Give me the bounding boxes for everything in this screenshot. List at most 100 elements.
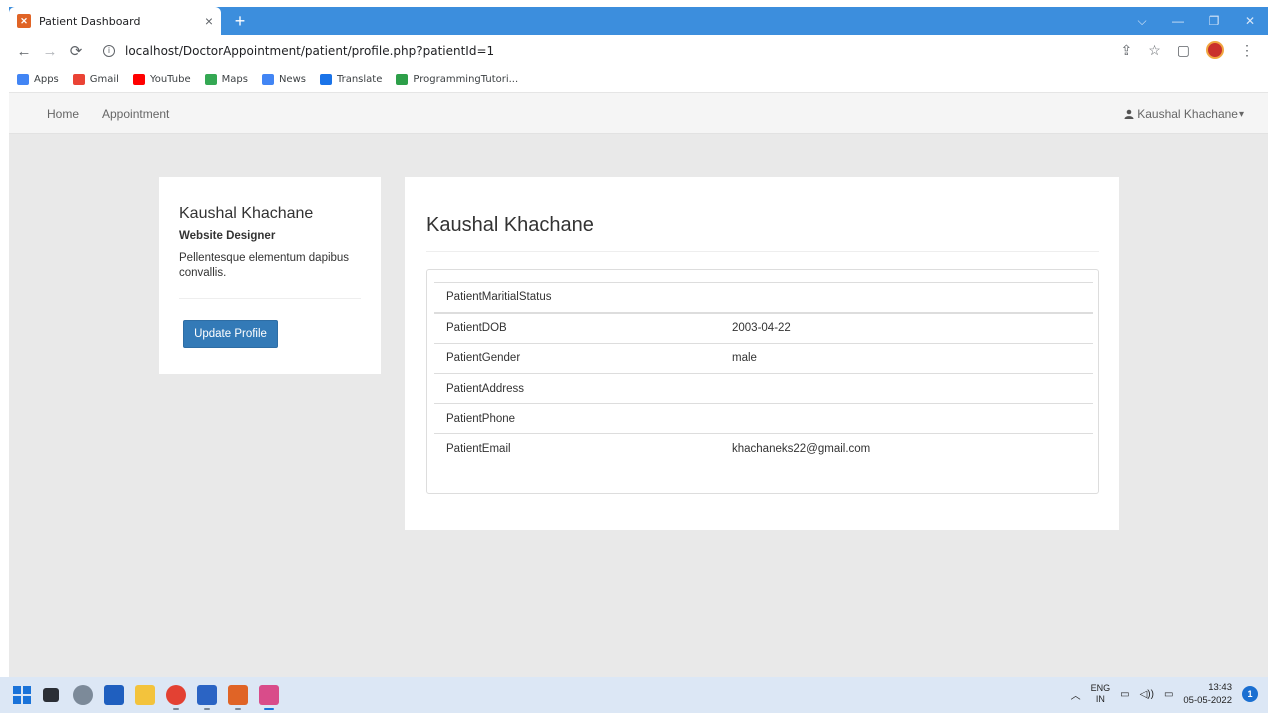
menu-kebab-icon[interactable]: ⋮	[1240, 42, 1254, 59]
chevron-up-icon[interactable]: ︿	[1071, 687, 1081, 702]
clock-time: 13:43	[1208, 682, 1232, 693]
address-bar[interactable]: i localhost/DoctorAppointment/patient/pr…	[97, 38, 1097, 64]
bookmark-gmail[interactable]: Gmail	[72, 74, 119, 85]
details-title: Kaushal Khachane	[426, 214, 594, 236]
word-icon[interactable]	[197, 685, 217, 705]
table-row: PatientAddress	[434, 372, 1093, 404]
store-icon[interactable]	[104, 685, 124, 705]
side-panel-icon[interactable]: ▢	[1177, 42, 1190, 59]
row-key: PatientMaritialStatus	[434, 281, 720, 313]
site-navbar: Home Appointment Kaushal Khachane ▾	[9, 93, 1268, 134]
tab-search-icon[interactable]: ⌵	[1124, 7, 1160, 35]
patient-details-table: PatientMaritialStatus PatientDOB 2003-04-…	[434, 281, 1093, 465]
divider	[426, 251, 1099, 252]
volume-icon[interactable]: ◁))	[1140, 689, 1154, 700]
profile-card: Kaushal Khachane Website Designer Pellen…	[159, 177, 381, 374]
bookmark-news[interactable]: News	[261, 74, 306, 85]
running-indicator	[235, 708, 241, 710]
table-row: PatientPhone	[434, 403, 1093, 434]
notification-badge[interactable]: 1	[1242, 686, 1258, 702]
back-icon[interactable]: ←	[13, 43, 35, 60]
language-indicator[interactable]: ENG IN	[1091, 683, 1111, 705]
nav-home-link[interactable]: Home	[47, 107, 79, 121]
page-content: Home Appointment Kaushal Khachane ▾ Kaus…	[9, 93, 1268, 677]
row-key: PatientPhone	[434, 403, 720, 434]
table-row: PatientGender male	[434, 342, 1093, 374]
battery-icon[interactable]: ▭	[1164, 689, 1173, 700]
active-indicator	[264, 708, 274, 710]
bookmark-maps[interactable]: Maps	[204, 74, 248, 85]
reload-icon[interactable]: ⟳	[65, 42, 87, 60]
new-tab-button[interactable]: +	[229, 10, 251, 32]
snipping-tool-icon[interactable]	[259, 685, 279, 705]
table-row: PatientDOB 2003-04-22	[434, 311, 1093, 344]
running-indicator	[173, 708, 179, 710]
forward-icon[interactable]: →	[39, 43, 61, 60]
system-tray: ︿ ENG IN ▭ ◁)) ▭ 13:43 05-05-2022 1	[1071, 681, 1258, 707]
details-card: Kaushal Khachane PatientMaritialStatus P…	[405, 177, 1119, 530]
file-explorer-icon[interactable]	[135, 685, 155, 705]
user-icon	[1124, 109, 1134, 119]
maximize-icon[interactable]: ❐	[1196, 7, 1232, 35]
details-panel: PatientMaritialStatus PatientDOB 2003-04-…	[426, 269, 1099, 494]
youtube-icon	[132, 74, 145, 85]
row-key: PatientAddress	[434, 372, 720, 404]
user-name: Kaushal Khachane	[1137, 107, 1238, 121]
row-value	[720, 281, 1093, 313]
url-text: localhost/DoctorAppointment/patient/prof…	[125, 44, 495, 58]
caret-down-icon: ▾	[1238, 108, 1244, 120]
divider	[179, 298, 361, 299]
row-value: 2003-04-22	[720, 311, 1093, 344]
bookmark-youtube[interactable]: YouTube	[132, 74, 191, 85]
row-key: PatientEmail	[434, 433, 720, 465]
table-row: PatientMaritialStatus	[434, 281, 1093, 313]
browser-tab[interactable]: ✕ Patient Dashboard ×	[9, 7, 221, 35]
close-window-icon[interactable]: ✕	[1232, 7, 1268, 35]
tab-close-icon[interactable]: ×	[205, 14, 213, 28]
site-info-icon[interactable]: i	[103, 45, 115, 57]
chrome-icon[interactable]	[166, 685, 186, 705]
update-profile-button[interactable]: Update Profile	[183, 320, 278, 348]
profile-description: Pellentesque elementum dapibus convallis…	[179, 252, 350, 279]
bookmarks-bar: Apps Gmail YouTube Maps News Translate P…	[9, 67, 1268, 93]
running-indicator	[204, 708, 210, 710]
row-value: khachaneks22@gmail.com	[720, 433, 1093, 465]
news-icon	[261, 74, 274, 85]
minimize-icon[interactable]: —	[1160, 7, 1196, 35]
bookmark-programming[interactable]: ProgrammingTutori...	[396, 74, 518, 85]
bookmark-star-icon[interactable]: ☆	[1148, 42, 1161, 59]
network-icon[interactable]: ▭	[1120, 689, 1129, 700]
table-row: PatientEmail khachaneks22@gmail.com	[434, 433, 1093, 465]
row-key: PatientGender	[434, 342, 720, 374]
xampp-icon[interactable]	[228, 685, 248, 705]
row-key: PatientDOB	[434, 311, 720, 344]
apps-grid-icon	[17, 74, 29, 85]
bookmark-translate[interactable]: Translate	[319, 74, 382, 85]
windows-start-icon[interactable]	[12, 685, 32, 705]
tab-title: Patient Dashboard	[39, 14, 141, 28]
edge-icon[interactable]	[73, 685, 93, 705]
maps-icon	[204, 74, 217, 85]
row-value	[720, 403, 1093, 434]
gmail-icon	[72, 74, 85, 85]
code-icon	[396, 74, 409, 85]
row-value: male	[720, 342, 1093, 374]
profile-name: Kaushal Khachane	[179, 205, 314, 222]
taskbar: ︿ ENG IN ▭ ◁)) ▭ 13:43 05-05-2022 1	[0, 677, 1268, 713]
share-icon[interactable]: ⇪	[1120, 42, 1132, 59]
user-dropdown[interactable]: Kaushal Khachane ▾	[1124, 107, 1244, 121]
translate-icon	[319, 74, 332, 85]
profile-role: Website Designer	[179, 230, 276, 242]
tab-strip: ✕ Patient Dashboard × + ⌵ — ❐ ✕	[9, 7, 1268, 35]
xampp-favicon-icon: ✕	[17, 14, 31, 28]
browser-toolbar: ← → ⟳ i localhost/DoctorAppointment/pati…	[9, 35, 1268, 67]
clock[interactable]: 13:43 05-05-2022	[1183, 681, 1232, 707]
toolbar-actions: ⇪ ☆ ▢ ⋮	[1120, 41, 1254, 59]
profile-avatar[interactable]	[1206, 41, 1224, 59]
window-controls: ⌵ — ❐ ✕	[1124, 7, 1268, 35]
bookmark-apps[interactable]: Apps	[17, 74, 59, 85]
task-view-icon[interactable]	[43, 688, 59, 702]
clock-date: 05-05-2022	[1183, 695, 1232, 706]
row-value	[720, 372, 1093, 404]
nav-appointment-link[interactable]: Appointment	[102, 107, 169, 121]
